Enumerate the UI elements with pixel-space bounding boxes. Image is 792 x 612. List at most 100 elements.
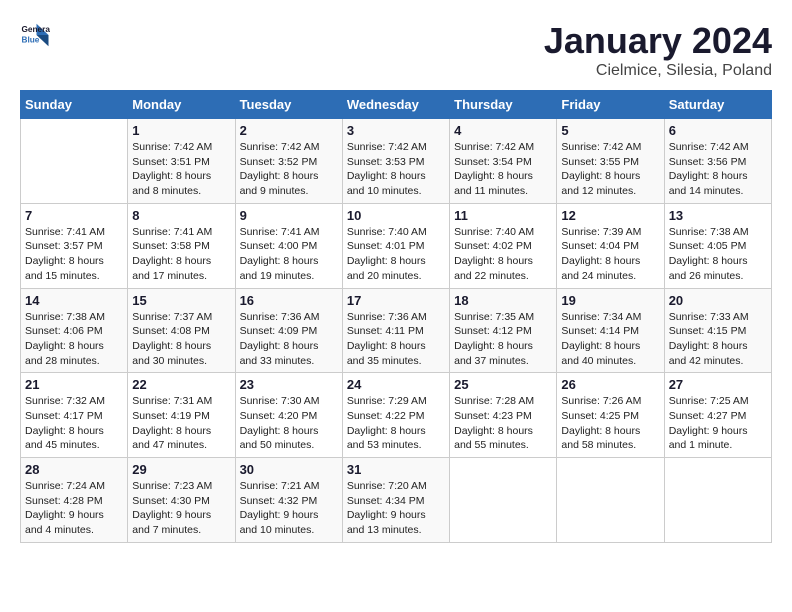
day-number: 4: [454, 123, 552, 138]
day-number: 24: [347, 377, 445, 392]
calendar-body: 1 Sunrise: 7:42 AMSunset: 3:51 PMDayligh…: [21, 119, 772, 543]
logo: General Blue: [20, 20, 50, 50]
col-thursday: Thursday: [450, 91, 557, 119]
day-number: 25: [454, 377, 552, 392]
day-number: 12: [561, 208, 659, 223]
header-row: Sunday Monday Tuesday Wednesday Thursday…: [21, 91, 772, 119]
day-info: Sunrise: 7:21 AMSunset: 4:32 PMDaylight:…: [240, 479, 338, 538]
calendar-cell: 26 Sunrise: 7:26 AMSunset: 4:25 PMDaylig…: [557, 373, 664, 458]
page-header: General Blue January 2024 Cielmice, Sile…: [20, 20, 772, 80]
calendar-cell: 9 Sunrise: 7:41 AMSunset: 4:00 PMDayligh…: [235, 203, 342, 288]
day-number: 18: [454, 293, 552, 308]
page-subtitle: Cielmice, Silesia, Poland: [544, 62, 772, 80]
calendar-cell: 11 Sunrise: 7:40 AMSunset: 4:02 PMDaylig…: [450, 203, 557, 288]
calendar-cell: 30 Sunrise: 7:21 AMSunset: 4:32 PMDaylig…: [235, 458, 342, 543]
calendar-cell: [450, 458, 557, 543]
day-number: 26: [561, 377, 659, 392]
day-info: Sunrise: 7:32 AMSunset: 4:17 PMDaylight:…: [25, 394, 123, 453]
day-info: Sunrise: 7:40 AMSunset: 4:01 PMDaylight:…: [347, 225, 445, 284]
day-number: 13: [669, 208, 767, 223]
day-info: Sunrise: 7:38 AMSunset: 4:05 PMDaylight:…: [669, 225, 767, 284]
day-number: 20: [669, 293, 767, 308]
calendar-cell: [21, 119, 128, 204]
day-info: Sunrise: 7:26 AMSunset: 4:25 PMDaylight:…: [561, 394, 659, 453]
calendar-cell: 4 Sunrise: 7:42 AMSunset: 3:54 PMDayligh…: [450, 119, 557, 204]
calendar-cell: 16 Sunrise: 7:36 AMSunset: 4:09 PMDaylig…: [235, 288, 342, 373]
day-number: 15: [132, 293, 230, 308]
day-number: 8: [132, 208, 230, 223]
day-info: Sunrise: 7:42 AMSunset: 3:56 PMDaylight:…: [669, 140, 767, 199]
day-number: 27: [669, 377, 767, 392]
day-info: Sunrise: 7:42 AMSunset: 3:55 PMDaylight:…: [561, 140, 659, 199]
day-info: Sunrise: 7:40 AMSunset: 4:02 PMDaylight:…: [454, 225, 552, 284]
day-info: Sunrise: 7:42 AMSunset: 3:51 PMDaylight:…: [132, 140, 230, 199]
calendar-cell: 20 Sunrise: 7:33 AMSunset: 4:15 PMDaylig…: [664, 288, 771, 373]
calendar-cell: 24 Sunrise: 7:29 AMSunset: 4:22 PMDaylig…: [342, 373, 449, 458]
day-info: Sunrise: 7:29 AMSunset: 4:22 PMDaylight:…: [347, 394, 445, 453]
calendar-cell: 6 Sunrise: 7:42 AMSunset: 3:56 PMDayligh…: [664, 119, 771, 204]
day-number: 11: [454, 208, 552, 223]
day-number: 29: [132, 462, 230, 477]
day-info: Sunrise: 7:38 AMSunset: 4:06 PMDaylight:…: [25, 310, 123, 369]
col-friday: Friday: [557, 91, 664, 119]
logo-icon: General Blue: [20, 20, 50, 50]
calendar-cell: 17 Sunrise: 7:36 AMSunset: 4:11 PMDaylig…: [342, 288, 449, 373]
svg-text:General: General: [22, 25, 51, 34]
day-number: 6: [669, 123, 767, 138]
calendar-cell: 29 Sunrise: 7:23 AMSunset: 4:30 PMDaylig…: [128, 458, 235, 543]
page-title: January 2024: [544, 20, 772, 62]
col-monday: Monday: [128, 91, 235, 119]
day-info: Sunrise: 7:39 AMSunset: 4:04 PMDaylight:…: [561, 225, 659, 284]
day-number: 5: [561, 123, 659, 138]
day-number: 21: [25, 377, 123, 392]
calendar-cell: 5 Sunrise: 7:42 AMSunset: 3:55 PMDayligh…: [557, 119, 664, 204]
day-number: 23: [240, 377, 338, 392]
day-number: 19: [561, 293, 659, 308]
day-number: 31: [347, 462, 445, 477]
day-info: Sunrise: 7:36 AMSunset: 4:11 PMDaylight:…: [347, 310, 445, 369]
col-saturday: Saturday: [664, 91, 771, 119]
day-info: Sunrise: 7:41 AMSunset: 3:58 PMDaylight:…: [132, 225, 230, 284]
calendar-cell: 23 Sunrise: 7:30 AMSunset: 4:20 PMDaylig…: [235, 373, 342, 458]
day-info: Sunrise: 7:30 AMSunset: 4:20 PMDaylight:…: [240, 394, 338, 453]
calendar-header: Sunday Monday Tuesday Wednesday Thursday…: [21, 91, 772, 119]
calendar-cell: 18 Sunrise: 7:35 AMSunset: 4:12 PMDaylig…: [450, 288, 557, 373]
svg-text:Blue: Blue: [22, 36, 40, 45]
day-info: Sunrise: 7:35 AMSunset: 4:12 PMDaylight:…: [454, 310, 552, 369]
calendar-cell: 14 Sunrise: 7:38 AMSunset: 4:06 PMDaylig…: [21, 288, 128, 373]
calendar-cell: 1 Sunrise: 7:42 AMSunset: 3:51 PMDayligh…: [128, 119, 235, 204]
week-row-2: 14 Sunrise: 7:38 AMSunset: 4:06 PMDaylig…: [21, 288, 772, 373]
day-info: Sunrise: 7:41 AMSunset: 3:57 PMDaylight:…: [25, 225, 123, 284]
day-number: 16: [240, 293, 338, 308]
day-number: 10: [347, 208, 445, 223]
title-block: January 2024 Cielmice, Silesia, Poland: [544, 20, 772, 80]
col-wednesday: Wednesday: [342, 91, 449, 119]
day-info: Sunrise: 7:42 AMSunset: 3:54 PMDaylight:…: [454, 140, 552, 199]
day-info: Sunrise: 7:23 AMSunset: 4:30 PMDaylight:…: [132, 479, 230, 538]
calendar-cell: 12 Sunrise: 7:39 AMSunset: 4:04 PMDaylig…: [557, 203, 664, 288]
calendar-cell: 31 Sunrise: 7:20 AMSunset: 4:34 PMDaylig…: [342, 458, 449, 543]
day-number: 7: [25, 208, 123, 223]
day-number: 17: [347, 293, 445, 308]
calendar-cell: 7 Sunrise: 7:41 AMSunset: 3:57 PMDayligh…: [21, 203, 128, 288]
day-number: 22: [132, 377, 230, 392]
calendar-cell: 25 Sunrise: 7:28 AMSunset: 4:23 PMDaylig…: [450, 373, 557, 458]
calendar-cell: 15 Sunrise: 7:37 AMSunset: 4:08 PMDaylig…: [128, 288, 235, 373]
calendar-cell: 22 Sunrise: 7:31 AMSunset: 4:19 PMDaylig…: [128, 373, 235, 458]
day-info: Sunrise: 7:28 AMSunset: 4:23 PMDaylight:…: [454, 394, 552, 453]
calendar-cell: [557, 458, 664, 543]
calendar-cell: [664, 458, 771, 543]
day-info: Sunrise: 7:41 AMSunset: 4:00 PMDaylight:…: [240, 225, 338, 284]
calendar-cell: 19 Sunrise: 7:34 AMSunset: 4:14 PMDaylig…: [557, 288, 664, 373]
day-info: Sunrise: 7:31 AMSunset: 4:19 PMDaylight:…: [132, 394, 230, 453]
day-number: 30: [240, 462, 338, 477]
calendar-cell: 21 Sunrise: 7:32 AMSunset: 4:17 PMDaylig…: [21, 373, 128, 458]
col-tuesday: Tuesday: [235, 91, 342, 119]
day-info: Sunrise: 7:34 AMSunset: 4:14 PMDaylight:…: [561, 310, 659, 369]
week-row-0: 1 Sunrise: 7:42 AMSunset: 3:51 PMDayligh…: [21, 119, 772, 204]
calendar-cell: 27 Sunrise: 7:25 AMSunset: 4:27 PMDaylig…: [664, 373, 771, 458]
week-row-3: 21 Sunrise: 7:32 AMSunset: 4:17 PMDaylig…: [21, 373, 772, 458]
day-info: Sunrise: 7:36 AMSunset: 4:09 PMDaylight:…: [240, 310, 338, 369]
day-info: Sunrise: 7:24 AMSunset: 4:28 PMDaylight:…: [25, 479, 123, 538]
day-info: Sunrise: 7:42 AMSunset: 3:52 PMDaylight:…: [240, 140, 338, 199]
